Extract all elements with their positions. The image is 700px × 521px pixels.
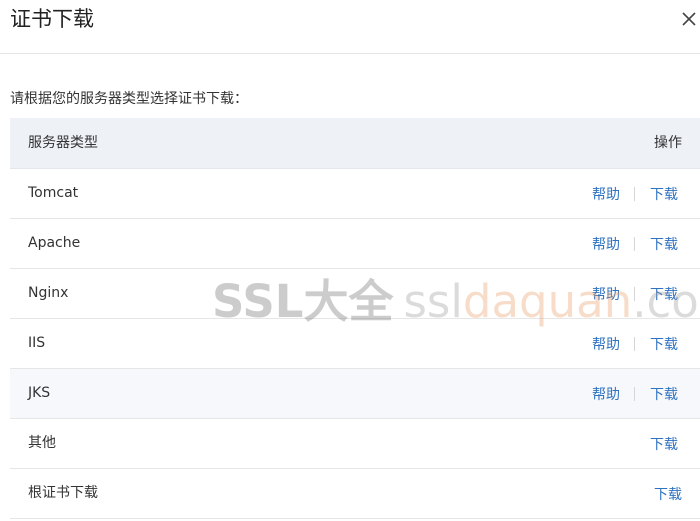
download-link[interactable]: 下载 — [654, 484, 682, 504]
dialog-header: 证书下载 — [0, 0, 700, 54]
server-type-cell: JKS — [28, 385, 51, 401]
divider — [634, 186, 635, 201]
table-row: Tomcat 帮助 下载 — [10, 169, 700, 219]
server-type-table: 服务器类型 操作 Tomcat 帮助 下载 Apache 帮助 下载 Nginx… — [10, 118, 700, 519]
close-button[interactable] — [678, 8, 700, 30]
download-link[interactable]: 下载 — [650, 334, 678, 354]
table-row: JKS 帮助 下载 — [10, 369, 700, 419]
help-link[interactable]: 帮助 — [592, 284, 620, 304]
download-link[interactable]: 下载 — [650, 384, 678, 404]
divider — [634, 236, 635, 251]
table-row: 其他 下载 — [10, 419, 700, 469]
row-actions: 下载 — [650, 419, 678, 468]
table-row: Apache 帮助 下载 — [10, 219, 700, 269]
table-row: IIS 帮助 下载 — [10, 319, 700, 369]
download-link[interactable]: 下载 — [650, 434, 678, 454]
instruction-text: 请根据您的服务器类型选择证书下载： — [10, 91, 248, 107]
close-icon — [682, 12, 696, 26]
server-type-cell: IIS — [28, 335, 46, 351]
help-link[interactable]: 帮助 — [592, 234, 620, 254]
server-type-cell: 其他 — [28, 435, 56, 451]
help-link[interactable]: 帮助 — [592, 384, 620, 404]
help-link[interactable]: 帮助 — [592, 334, 620, 354]
server-type-cell: Tomcat — [28, 185, 79, 201]
divider — [634, 386, 635, 401]
row-actions: 帮助 下载 — [592, 269, 678, 318]
row-actions: 帮助 下载 — [592, 369, 678, 418]
divider — [634, 336, 635, 351]
download-link[interactable]: 下载 — [650, 284, 678, 304]
table-header: 服务器类型 操作 — [10, 118, 700, 169]
dialog-title: 证书下载 — [10, 7, 94, 31]
download-link[interactable]: 下载 — [650, 184, 678, 204]
server-type-cell: 根证书下载 — [28, 485, 98, 501]
header-action: 操作 — [654, 135, 682, 151]
help-link[interactable]: 帮助 — [592, 184, 620, 204]
row-actions: 下载 — [654, 469, 682, 518]
server-type-cell: Nginx — [28, 285, 69, 301]
certificate-download-dialog: 证书下载 请根据您的服务器类型选择证书下载： 服务器类型 操作 Tomcat 帮… — [0, 0, 700, 521]
table-row: Nginx 帮助 下载 — [10, 269, 700, 319]
header-server-type: 服务器类型 — [28, 135, 98, 151]
row-actions: 帮助 下载 — [592, 219, 678, 268]
divider — [634, 286, 635, 301]
table-row: 根证书下载 下载 — [10, 469, 700, 519]
row-actions: 帮助 下载 — [592, 169, 678, 218]
row-actions: 帮助 下载 — [592, 319, 678, 368]
download-link[interactable]: 下载 — [650, 234, 678, 254]
server-type-cell: Apache — [28, 235, 81, 251]
